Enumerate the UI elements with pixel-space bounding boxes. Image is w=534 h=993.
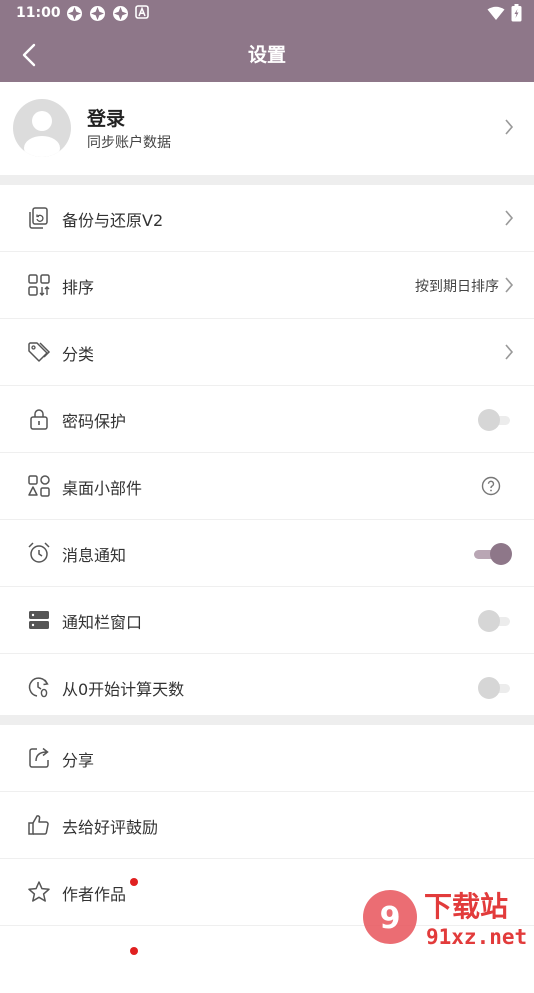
settings-row-label: 备份与还原V2	[62, 211, 164, 230]
widget-icon	[28, 475, 50, 497]
password-switch[interactable]	[478, 409, 510, 431]
notification-icons	[66, 5, 152, 22]
switch-knob	[478, 677, 500, 699]
watermark-text: 下载站	[424, 890, 508, 923]
settings-row-notification: 消息通知	[0, 520, 534, 587]
avatar	[13, 99, 71, 157]
chevron-left-icon	[22, 43, 36, 67]
settings-list-more: 分享 去给好评鼓励 作者作品	[0, 725, 534, 993]
switch-knob	[490, 543, 512, 565]
status-right-icons	[487, 4, 522, 26]
settings-row-label: 分享	[62, 751, 95, 770]
settings-row-category[interactable]: 分类	[0, 319, 534, 386]
settings-row-label: 从0开始计算天数	[62, 680, 185, 699]
a-badge-icon	[135, 5, 152, 22]
settings-row-sort[interactable]: 排序 按到期日排序	[0, 252, 534, 319]
settings-row-notification-bar: 通知栏窗口	[0, 587, 534, 654]
nav-bar: 设置	[0, 28, 534, 82]
chevron-right-icon	[505, 344, 514, 360]
status-time: 11:00	[16, 5, 61, 21]
notification-bar-switch[interactable]	[478, 610, 510, 632]
settings-row-label: 去给好评鼓励	[62, 818, 159, 837]
settings-row-share[interactable]: 分享	[0, 725, 534, 792]
settings-row-label: 消息通知	[62, 546, 127, 565]
section-divider	[0, 175, 534, 185]
lock-icon	[30, 409, 48, 430]
settings-row-count-from-zero: 从0开始计算天数	[0, 654, 534, 721]
tag-icon	[28, 342, 51, 362]
notification-switch[interactable]	[474, 543, 512, 565]
status-bar: 11:00	[0, 0, 534, 28]
settings-list-main: 备份与还原V2 排序 按到期日排序 分类 密码保护 桌面小部件 消息通知 通知栏…	[0, 185, 534, 721]
sort-icon	[28, 274, 50, 296]
app-notification-icon	[112, 5, 129, 22]
settings-row-password: 密码保护	[0, 386, 534, 453]
section-divider	[0, 715, 534, 725]
backup-restore-icon	[29, 207, 48, 229]
app-header: 11:00 设置	[0, 0, 534, 82]
chevron-right-icon	[505, 277, 514, 293]
page-title: 设置	[247, 44, 286, 66]
settings-row-label: 密码保护	[62, 412, 127, 431]
user-avatar-icon	[24, 111, 60, 157]
star-icon	[28, 881, 50, 902]
settings-row-label: 排序	[62, 278, 95, 297]
chevron-right-icon	[505, 210, 514, 226]
wifi-icon	[487, 6, 505, 25]
settings-row-label: 通知栏窗口	[62, 613, 143, 632]
settings-row-label: 分类	[62, 345, 95, 364]
battery-icon	[511, 4, 522, 26]
settings-row-label: 作者作品	[62, 885, 127, 904]
back-button[interactable]	[14, 40, 44, 70]
app-notification-icon	[89, 5, 106, 22]
svg-text:9: 9	[380, 901, 401, 936]
new-badge	[130, 947, 138, 955]
share-icon	[29, 747, 49, 768]
login-title: 登录	[87, 108, 126, 130]
app-notification-icon	[66, 5, 83, 22]
new-badge	[130, 878, 138, 886]
login-profile-row[interactable]: 登录 同步账户数据	[0, 82, 534, 175]
sort-value: 按到期日排序	[415, 279, 499, 295]
settings-row-backup[interactable]: 备份与还原V2	[0, 185, 534, 252]
chevron-right-icon	[505, 119, 514, 135]
settings-row-widget[interactable]: 桌面小部件	[0, 453, 534, 520]
alarm-clock-icon	[28, 542, 50, 563]
help-icon[interactable]	[481, 476, 501, 496]
settings-row-rate[interactable]: 去给好评鼓励	[0, 792, 534, 859]
sync-subtitle: 同步账户数据	[87, 135, 171, 151]
thumbs-up-icon	[28, 815, 49, 835]
notification-bar-icon	[29, 611, 49, 629]
watermark-logo: 9 下载站 91xz.net	[363, 890, 527, 949]
count-from-zero-switch[interactable]	[478, 677, 510, 699]
watermark-url: 91xz.net	[426, 925, 527, 949]
switch-knob	[478, 610, 500, 632]
switch-knob	[478, 409, 500, 431]
settings-row-label: 桌面小部件	[62, 479, 143, 498]
count-from-zero-icon	[28, 677, 49, 698]
